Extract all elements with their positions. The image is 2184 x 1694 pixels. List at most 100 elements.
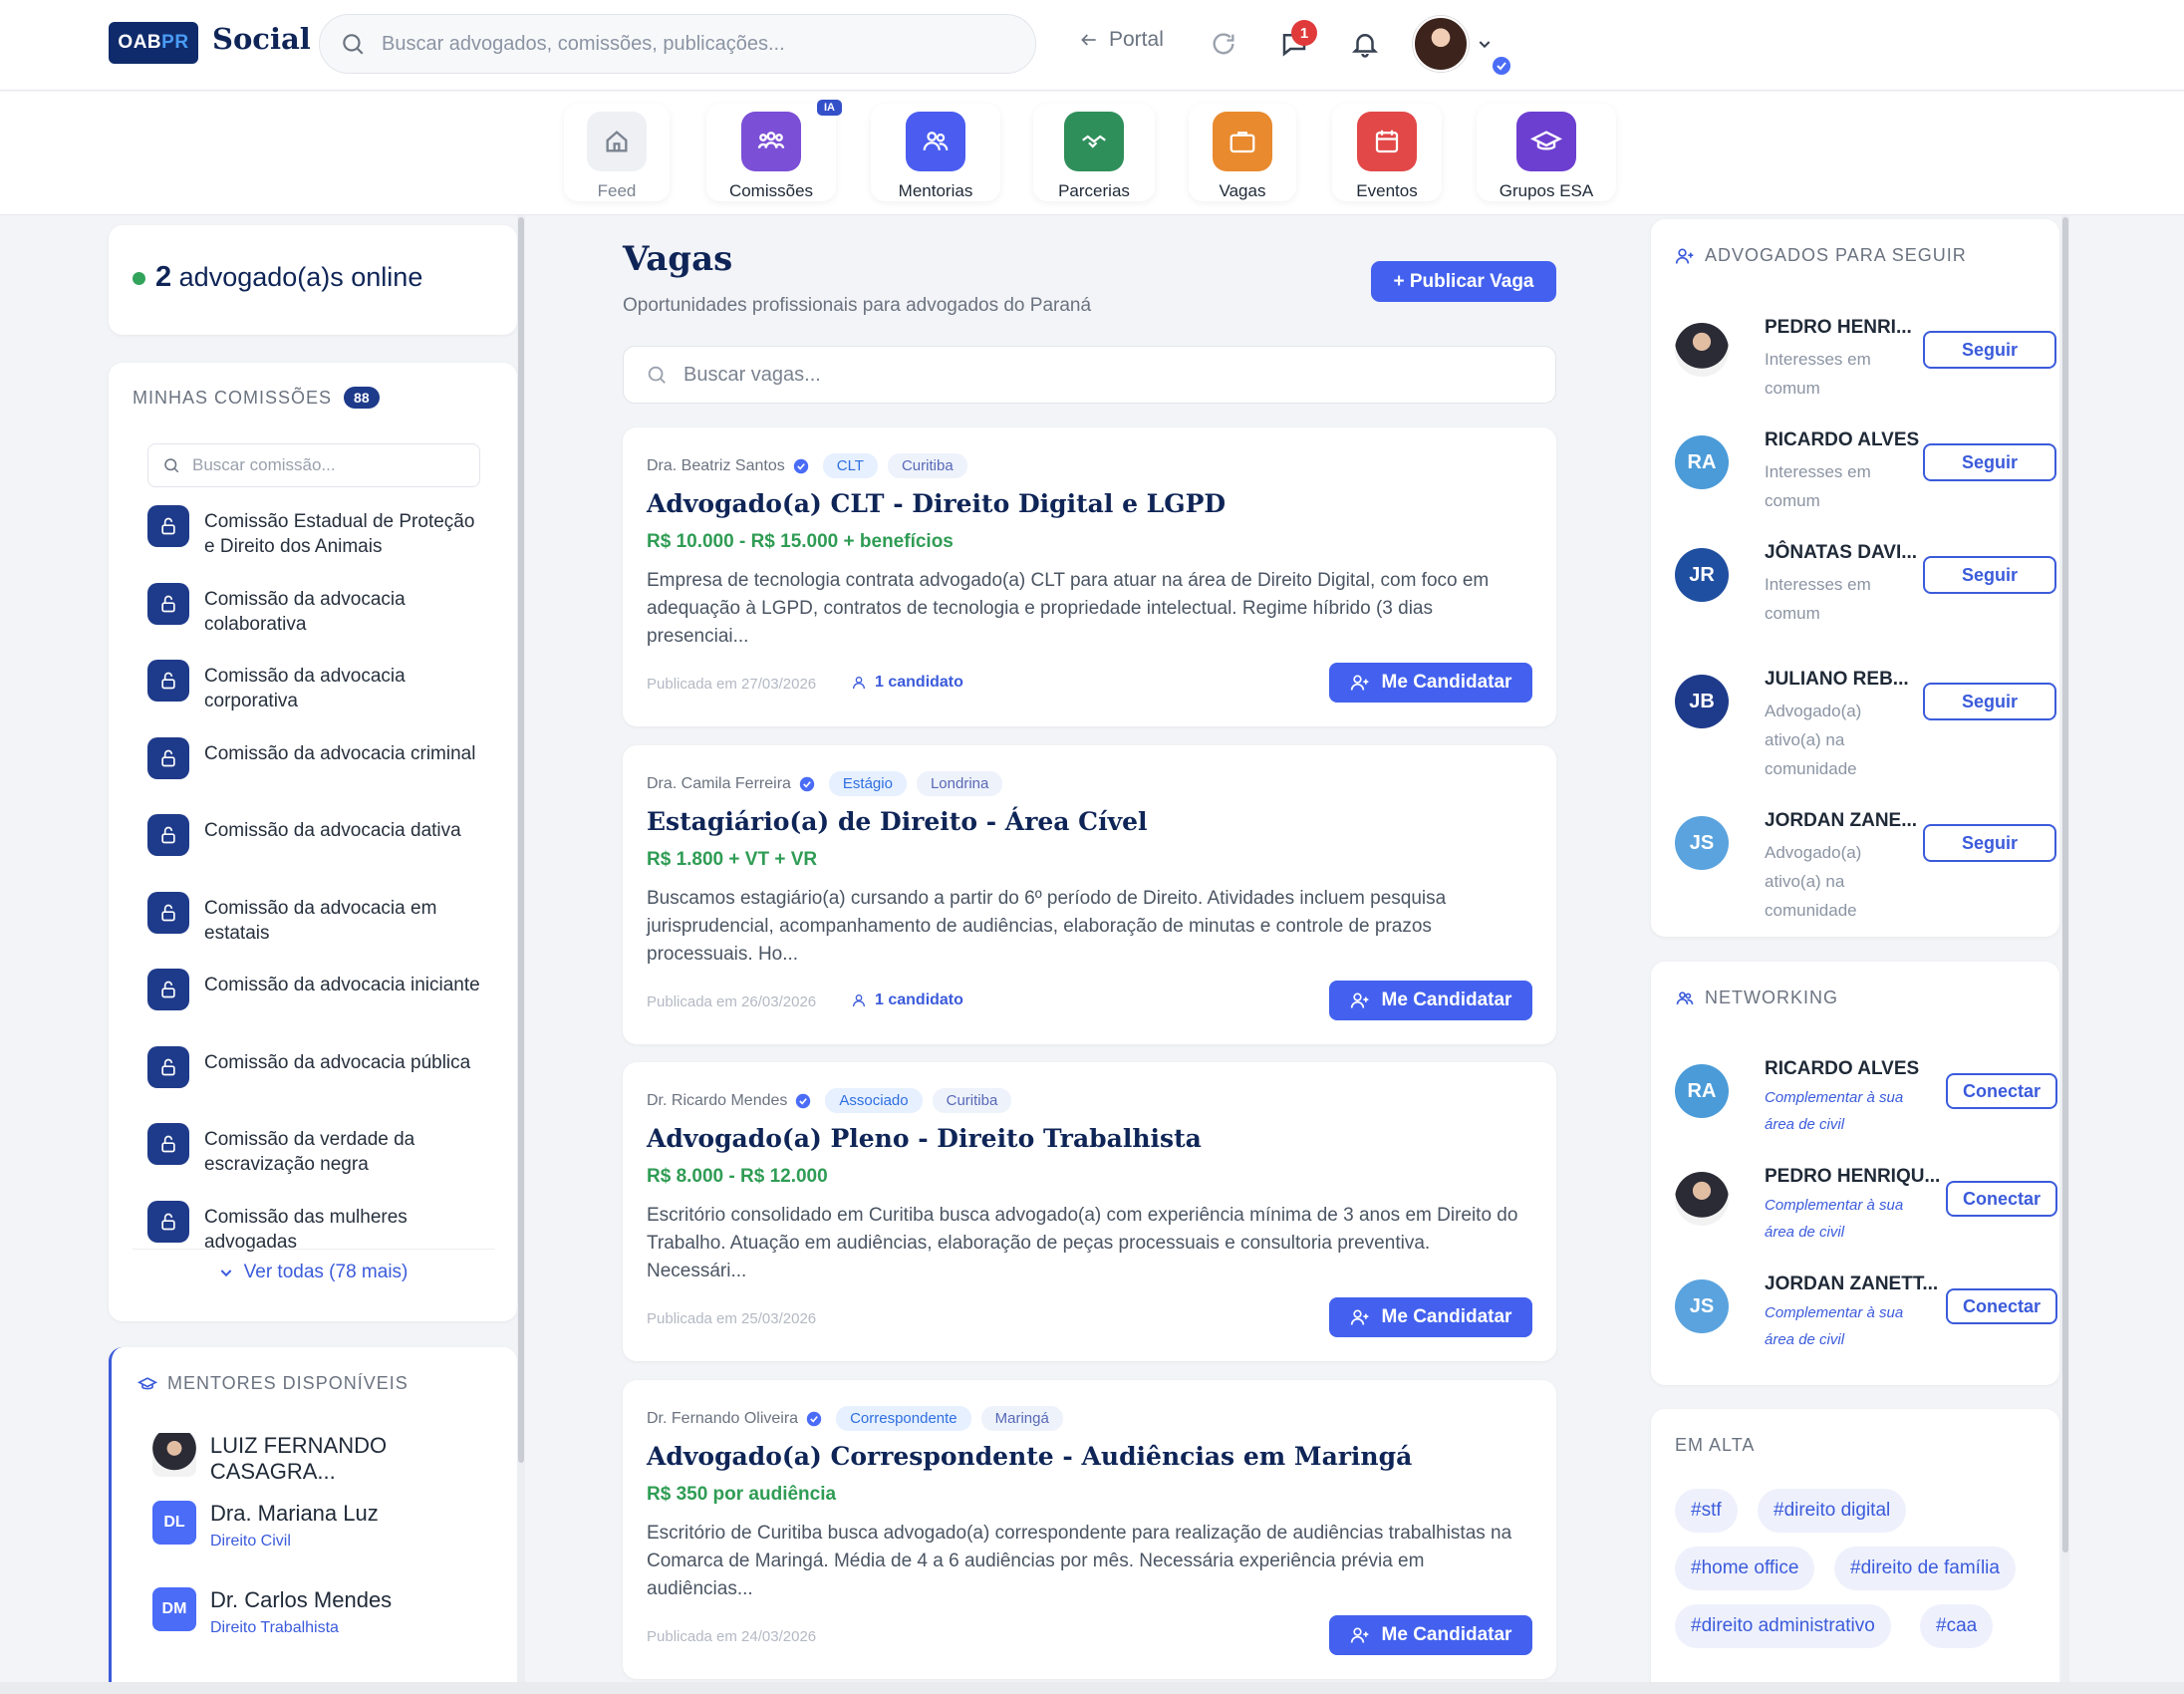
hashtag-chip[interactable]: #direito administrativo <box>1675 1604 1891 1648</box>
lawyer-name[interactable]: RICARDO ALVES <box>1765 1058 1919 1080</box>
nav-label: Vagas <box>1219 181 1266 200</box>
job-salary: R$ 8.000 - R$ 12.000 <box>647 1166 828 1187</box>
left-scrollbar[interactable] <box>517 215 525 1694</box>
job-candidates: 1 candidato <box>851 674 963 692</box>
lock-icon <box>147 582 189 625</box>
nav-feed[interactable]: Feed <box>564 104 670 201</box>
follow-button[interactable]: Seguir <box>1923 556 2056 594</box>
hashtag-chip[interactable]: #direito de família <box>1834 1547 2016 1590</box>
lawyer-name[interactable]: JÔNATAS DAVI... <box>1765 542 1917 564</box>
connect-button[interactable]: Conectar <box>1946 1181 2057 1217</box>
job-title[interactable]: Estagiário(a) de Direito - Área Cível <box>647 807 1148 836</box>
commission-item[interactable]: Comissão da verdade da escravização negr… <box>147 1123 486 1201</box>
mentor-specialty: Direito Civil <box>210 1533 291 1550</box>
nav-vagas[interactable]: Vagas <box>1189 104 1296 201</box>
refresh-icon[interactable] <box>1206 26 1241 62</box>
mentor-name: Dra. Mariana Luz <box>210 1501 379 1526</box>
commission-name: Comissão da advocacia iniciante <box>204 975 480 995</box>
online-card: 2 advogado(a)s online <box>109 225 517 335</box>
right-scrollbar[interactable] <box>2061 215 2069 1694</box>
apply-button[interactable]: Me Candidatar <box>1329 1297 1532 1337</box>
nav-grupos-esa[interactable]: Grupos ESA <box>1477 104 1616 201</box>
job-type-tag: Estágio <box>828 771 907 796</box>
job-salary: R$ 1.800 + VT + VR <box>647 849 818 870</box>
commission-item[interactable]: Comissão da advocacia corporativa <box>147 660 486 737</box>
follow-button[interactable]: Seguir <box>1923 683 2056 720</box>
job-title[interactable]: Advogado(a) CLT - Direito Digital e LGPD <box>647 489 1226 518</box>
commission-item[interactable]: Comissão da advocacia colaborativa <box>147 582 486 661</box>
nav-label: Grupos ESA <box>1499 181 1594 200</box>
follow-button[interactable]: Seguir <box>1923 443 2056 481</box>
publish-job-button[interactable]: + Publicar Vaga <box>1371 261 1556 302</box>
connect-button[interactable]: Conectar <box>1946 1073 2057 1109</box>
job-search-input[interactable]: Buscar vagas... <box>623 346 1556 404</box>
candidate-count: 1 candidato <box>875 674 963 691</box>
user-plus-icon <box>1350 1627 1368 1643</box>
lawyer-reason: Interesses em comum <box>1765 350 1871 398</box>
job-description: Escritório de Curitiba busca advogado(a)… <box>647 1523 1512 1599</box>
mentor-name: Dr. Carlos Mendes <box>210 1587 393 1612</box>
commission-item[interactable]: Comissão da advocacia criminal <box>147 736 486 815</box>
lawyer-name[interactable]: PEDRO HENRI... <box>1765 317 1912 339</box>
lawyer-name[interactable]: PEDRO HENRIQU... <box>1765 1166 1940 1188</box>
commission-item[interactable]: Comissão da advocacia dativa <box>147 814 486 892</box>
nav-parcerias[interactable]: Parcerias <box>1033 104 1155 201</box>
commissions-title: MINHAS COMISSÕES <box>133 387 333 408</box>
search-icon <box>164 458 179 473</box>
nav-mentorias[interactable]: Mentorias <box>871 104 1000 201</box>
hashtag-chip[interactable]: #caa <box>1920 1604 1994 1648</box>
networking-title: NETWORKING <box>1705 988 1838 1007</box>
mentor-item[interactable]: DL Dra. Mariana Luz Direito Civil <box>152 1501 379 1551</box>
lawyer-avatar: RA <box>1675 1064 1729 1118</box>
nav-comissoes[interactable]: Comissões IA <box>706 100 842 201</box>
commission-item[interactable]: Comissão da advocacia pública <box>147 1045 486 1124</box>
apply-label: Me Candidatar <box>1381 989 1512 1010</box>
apply-label: Me Candidatar <box>1381 1306 1512 1327</box>
commission-search-input[interactable]: Buscar comissão... <box>147 443 480 487</box>
hashtag-chip[interactable]: #direito digital <box>1758 1489 1907 1533</box>
graduation-cap-icon <box>137 1376 157 1389</box>
lawyer-name[interactable]: RICARDO ALVES <box>1765 429 1919 451</box>
lawyer-name[interactable]: JORDAN ZANE... <box>1765 810 1917 832</box>
apply-button[interactable]: Me Candidatar <box>1329 1615 1532 1655</box>
chevron-down-icon[interactable] <box>1477 36 1493 52</box>
hashtag-chip[interactable]: #home office <box>1675 1547 1815 1590</box>
lawyer-name[interactable]: JULIANO REB... <box>1765 669 1909 691</box>
apply-button[interactable]: Me Candidatar <box>1329 981 1532 1020</box>
mentor-item[interactable]: LUIZ FERNANDO CASAGRA... <box>152 1433 517 1485</box>
commission-name: Comissão Estadual de Proteção e Direito … <box>204 511 475 557</box>
lawyer-photo <box>1675 1172 1729 1226</box>
hashtag-chip[interactable]: #stf <box>1675 1489 1738 1533</box>
mentor-item[interactable]: DM Dr. Carlos Mendes Direito Trabalhista <box>152 1587 392 1637</box>
user-plus-icon <box>1675 248 1694 264</box>
connect-button[interactable]: Conectar <box>1946 1288 2057 1324</box>
apply-button[interactable]: Me Candidatar <box>1329 663 1532 703</box>
lawyer-avatar: JS <box>1675 1279 1729 1333</box>
global-search-input[interactable]: Buscar advogados, comissões, publicações… <box>319 14 1036 74</box>
follow-button[interactable]: Seguir <box>1923 824 2056 862</box>
commission-item[interactable]: Comissão da advocacia iniciante <box>147 969 486 1046</box>
apply-label: Me Candidatar <box>1381 672 1512 693</box>
follow-button[interactable]: Seguir <box>1923 331 2056 369</box>
lawyer-name[interactable]: JORDAN ZANETT... <box>1765 1273 1938 1295</box>
nav-eventos[interactable]: Eventos <box>1332 104 1442 201</box>
see-all-commissions-link[interactable]: Ver todas (78 mais) <box>109 1262 517 1283</box>
user-plus-icon <box>1350 992 1368 1008</box>
job-title[interactable]: Advogado(a) Correspondente - Audiências … <box>647 1442 1412 1471</box>
portal-link[interactable]: Portal <box>1079 28 1164 52</box>
user-plus-icon <box>1350 1309 1368 1325</box>
search-placeholder: Buscar advogados, comissões, publicações… <box>382 32 785 55</box>
job-title[interactable]: Advogado(a) Pleno - Direito Trabalhista <box>647 1124 1202 1153</box>
job-card: Dr. Fernando Oliveira Correspondente Marin… <box>623 1380 1556 1679</box>
bell-icon[interactable] <box>1347 26 1383 62</box>
commission-item[interactable]: Comissão da advocacia em estatais <box>147 891 486 970</box>
lawyer-reason: Interesses em comum <box>1765 462 1871 510</box>
candidate-count: 1 candidato <box>875 991 963 1008</box>
user-avatar[interactable] <box>1413 16 1469 72</box>
nav-label: Parcerias <box>1058 181 1130 200</box>
lawyer-photo <box>1675 323 1729 377</box>
suggested-follow-card: ADVOGADOS PARA SEGUIR PEDRO HENRI... Int… <box>1651 219 2059 937</box>
oab-logo[interactable]: OAB PR <box>109 22 198 64</box>
commission-item[interactable]: Comissão Estadual de Proteção e Direito … <box>147 505 486 583</box>
networking-reason: Complementar à sua área de civil <box>1765 1197 1904 1241</box>
